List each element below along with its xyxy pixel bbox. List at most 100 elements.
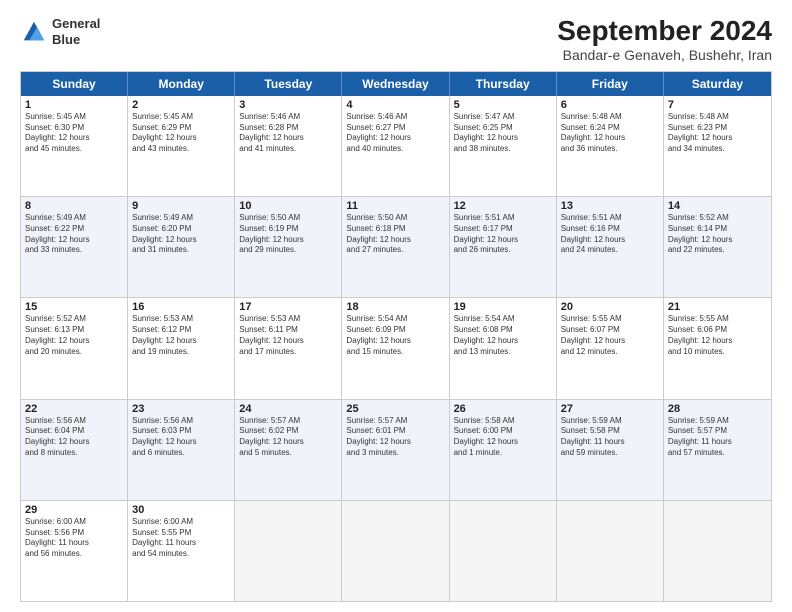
day-info: Sunrise: 5:50 AM Sunset: 6:18 PM Dayligh… <box>346 213 444 256</box>
day-info: Sunrise: 5:45 AM Sunset: 6:29 PM Dayligh… <box>132 112 230 155</box>
calendar-row-2: 15Sunrise: 5:52 AM Sunset: 6:13 PM Dayli… <box>21 297 771 398</box>
calendar-cell-r0-c2: 3Sunrise: 5:46 AM Sunset: 6:28 PM Daylig… <box>235 96 342 196</box>
calendar-cell-r1-c1: 9Sunrise: 5:49 AM Sunset: 6:20 PM Daylig… <box>128 197 235 297</box>
day-number: 10 <box>239 200 337 212</box>
calendar-header: SundayMondayTuesdayWednesdayThursdayFrid… <box>21 72 771 96</box>
day-number: 17 <box>239 301 337 313</box>
calendar-cell-r4-c5 <box>557 501 664 601</box>
day-info: Sunrise: 5:55 AM Sunset: 6:07 PM Dayligh… <box>561 314 659 357</box>
calendar: SundayMondayTuesdayWednesdayThursdayFrid… <box>20 71 772 602</box>
calendar-cell-r1-c2: 10Sunrise: 5:50 AM Sunset: 6:19 PM Dayli… <box>235 197 342 297</box>
calendar-cell-r0-c1: 2Sunrise: 5:45 AM Sunset: 6:29 PM Daylig… <box>128 96 235 196</box>
calendar-cell-r3-c0: 22Sunrise: 5:56 AM Sunset: 6:04 PM Dayli… <box>21 400 128 500</box>
calendar-body: 1Sunrise: 5:45 AM Sunset: 6:30 PM Daylig… <box>21 96 771 601</box>
day-info: Sunrise: 5:49 AM Sunset: 6:20 PM Dayligh… <box>132 213 230 256</box>
calendar-cell-r3-c4: 26Sunrise: 5:58 AM Sunset: 6:00 PM Dayli… <box>450 400 557 500</box>
day-number: 25 <box>346 403 444 415</box>
calendar-cell-r4-c0: 29Sunrise: 6:00 AM Sunset: 5:56 PM Dayli… <box>21 501 128 601</box>
day-info: Sunrise: 5:47 AM Sunset: 6:25 PM Dayligh… <box>454 112 552 155</box>
calendar-cell-r3-c2: 24Sunrise: 5:57 AM Sunset: 6:02 PM Dayli… <box>235 400 342 500</box>
day-number: 5 <box>454 99 552 111</box>
calendar-header-tuesday: Tuesday <box>235 72 342 96</box>
day-info: Sunrise: 5:59 AM Sunset: 5:57 PM Dayligh… <box>668 416 767 459</box>
day-info: Sunrise: 5:51 AM Sunset: 6:16 PM Dayligh… <box>561 213 659 256</box>
day-number: 12 <box>454 200 552 212</box>
day-info: Sunrise: 5:54 AM Sunset: 6:09 PM Dayligh… <box>346 314 444 357</box>
calendar-cell-r3-c5: 27Sunrise: 5:59 AM Sunset: 5:58 PM Dayli… <box>557 400 664 500</box>
day-info: Sunrise: 5:46 AM Sunset: 6:28 PM Dayligh… <box>239 112 337 155</box>
day-info: Sunrise: 5:54 AM Sunset: 6:08 PM Dayligh… <box>454 314 552 357</box>
calendar-cell-r2-c4: 19Sunrise: 5:54 AM Sunset: 6:08 PM Dayli… <box>450 298 557 398</box>
day-number: 22 <box>25 403 123 415</box>
day-number: 3 <box>239 99 337 111</box>
calendar-row-3: 22Sunrise: 5:56 AM Sunset: 6:04 PM Dayli… <box>21 399 771 500</box>
calendar-row-0: 1Sunrise: 5:45 AM Sunset: 6:30 PM Daylig… <box>21 96 771 196</box>
day-number: 20 <box>561 301 659 313</box>
day-info: Sunrise: 5:58 AM Sunset: 6:00 PM Dayligh… <box>454 416 552 459</box>
calendar-cell-r4-c3 <box>342 501 449 601</box>
calendar-header-sunday: Sunday <box>21 72 128 96</box>
day-info: Sunrise: 5:52 AM Sunset: 6:13 PM Dayligh… <box>25 314 123 357</box>
header: General Blue September 2024 Bandar-e Gen… <box>20 16 772 63</box>
calendar-header-thursday: Thursday <box>450 72 557 96</box>
calendar-cell-r4-c1: 30Sunrise: 6:00 AM Sunset: 5:55 PM Dayli… <box>128 501 235 601</box>
day-number: 6 <box>561 99 659 111</box>
day-number: 16 <box>132 301 230 313</box>
calendar-cell-r4-c4 <box>450 501 557 601</box>
calendar-header-friday: Friday <box>557 72 664 96</box>
day-info: Sunrise: 5:53 AM Sunset: 6:11 PM Dayligh… <box>239 314 337 357</box>
day-info: Sunrise: 5:48 AM Sunset: 6:24 PM Dayligh… <box>561 112 659 155</box>
title-section: September 2024 Bandar-e Genaveh, Bushehr… <box>557 16 772 63</box>
day-number: 19 <box>454 301 552 313</box>
logo-icon <box>20 18 48 46</box>
calendar-cell-r2-c0: 15Sunrise: 5:52 AM Sunset: 6:13 PM Dayli… <box>21 298 128 398</box>
calendar-cell-r3-c1: 23Sunrise: 5:56 AM Sunset: 6:03 PM Dayli… <box>128 400 235 500</box>
calendar-cell-r0-c3: 4Sunrise: 5:46 AM Sunset: 6:27 PM Daylig… <box>342 96 449 196</box>
day-number: 26 <box>454 403 552 415</box>
logo-line2: Blue <box>52 32 100 48</box>
calendar-cell-r0-c5: 6Sunrise: 5:48 AM Sunset: 6:24 PM Daylig… <box>557 96 664 196</box>
day-info: Sunrise: 5:57 AM Sunset: 6:01 PM Dayligh… <box>346 416 444 459</box>
calendar-cell-r0-c0: 1Sunrise: 5:45 AM Sunset: 6:30 PM Daylig… <box>21 96 128 196</box>
day-number: 15 <box>25 301 123 313</box>
day-info: Sunrise: 5:53 AM Sunset: 6:12 PM Dayligh… <box>132 314 230 357</box>
day-info: Sunrise: 5:59 AM Sunset: 5:58 PM Dayligh… <box>561 416 659 459</box>
day-info: Sunrise: 6:00 AM Sunset: 5:55 PM Dayligh… <box>132 517 230 560</box>
day-number: 9 <box>132 200 230 212</box>
calendar-cell-r3-c6: 28Sunrise: 5:59 AM Sunset: 5:57 PM Dayli… <box>664 400 771 500</box>
day-info: Sunrise: 5:51 AM Sunset: 6:17 PM Dayligh… <box>454 213 552 256</box>
calendar-cell-r4-c6 <box>664 501 771 601</box>
day-number: 30 <box>132 504 230 516</box>
calendar-cell-r1-c0: 8Sunrise: 5:49 AM Sunset: 6:22 PM Daylig… <box>21 197 128 297</box>
day-number: 23 <box>132 403 230 415</box>
day-number: 2 <box>132 99 230 111</box>
day-info: Sunrise: 5:48 AM Sunset: 6:23 PM Dayligh… <box>668 112 767 155</box>
calendar-header-monday: Monday <box>128 72 235 96</box>
logo-line1: General <box>52 16 100 32</box>
day-number: 1 <box>25 99 123 111</box>
calendar-cell-r4-c2 <box>235 501 342 601</box>
calendar-cell-r2-c3: 18Sunrise: 5:54 AM Sunset: 6:09 PM Dayli… <box>342 298 449 398</box>
day-info: Sunrise: 5:56 AM Sunset: 6:03 PM Dayligh… <box>132 416 230 459</box>
day-number: 18 <box>346 301 444 313</box>
calendar-cell-r2-c5: 20Sunrise: 5:55 AM Sunset: 6:07 PM Dayli… <box>557 298 664 398</box>
day-info: Sunrise: 5:56 AM Sunset: 6:04 PM Dayligh… <box>25 416 123 459</box>
calendar-row-4: 29Sunrise: 6:00 AM Sunset: 5:56 PM Dayli… <box>21 500 771 601</box>
day-number: 8 <box>25 200 123 212</box>
subtitle: Bandar-e Genaveh, Bushehr, Iran <box>557 47 772 63</box>
calendar-cell-r2-c2: 17Sunrise: 5:53 AM Sunset: 6:11 PM Dayli… <box>235 298 342 398</box>
day-info: Sunrise: 5:55 AM Sunset: 6:06 PM Dayligh… <box>668 314 767 357</box>
day-number: 29 <box>25 504 123 516</box>
calendar-header-saturday: Saturday <box>664 72 771 96</box>
calendar-cell-r2-c1: 16Sunrise: 5:53 AM Sunset: 6:12 PM Dayli… <box>128 298 235 398</box>
day-number: 24 <box>239 403 337 415</box>
calendar-row-1: 8Sunrise: 5:49 AM Sunset: 6:22 PM Daylig… <box>21 196 771 297</box>
day-number: 21 <box>668 301 767 313</box>
day-info: Sunrise: 6:00 AM Sunset: 5:56 PM Dayligh… <box>25 517 123 560</box>
day-number: 13 <box>561 200 659 212</box>
main-title: September 2024 <box>557 16 772 47</box>
calendar-header-wednesday: Wednesday <box>342 72 449 96</box>
calendar-cell-r0-c6: 7Sunrise: 5:48 AM Sunset: 6:23 PM Daylig… <box>664 96 771 196</box>
day-number: 28 <box>668 403 767 415</box>
calendar-cell-r3-c3: 25Sunrise: 5:57 AM Sunset: 6:01 PM Dayli… <box>342 400 449 500</box>
